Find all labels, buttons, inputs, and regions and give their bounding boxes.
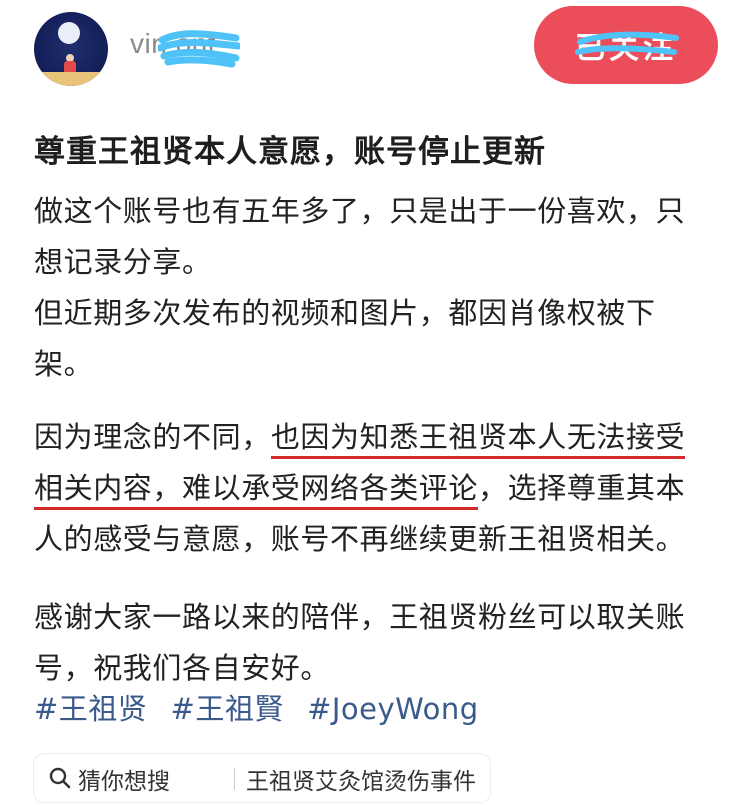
following-button[interactable]: 已关注 bbox=[534, 6, 718, 84]
suggested-query[interactable]: 王祖贤艾灸馆烫伤事件 bbox=[246, 762, 476, 796]
paragraph-line: 相关内容，难以承受网络各类评论，选择尊重其本 bbox=[34, 463, 724, 514]
post-paragraph-2: 因为理念的不同，也因为知悉王祖贤本人无法接受 相关内容，难以承受网络各类评论，选… bbox=[34, 412, 724, 565]
divider bbox=[234, 768, 235, 790]
guess-label: 猜你想搜 bbox=[78, 769, 170, 795]
search-icon bbox=[49, 767, 71, 789]
moon-graphic bbox=[58, 22, 80, 44]
hashtag-link[interactable]: #JoeyWong bbox=[307, 692, 479, 726]
post-paragraph-3: 感谢大家一路以来的陪伴，王祖贤粉丝可以取关账 号，祝我们各自安好。 bbox=[34, 592, 724, 694]
ground-graphic bbox=[34, 72, 108, 86]
hashtag-link[interactable]: #王祖贤 bbox=[34, 692, 147, 726]
search-suggestion[interactable]: 猜你想搜 王祖贤艾灸馆烫伤事件 bbox=[34, 754, 490, 802]
underlined-text: 相关内容，难以承受网络各类评论 bbox=[34, 471, 479, 510]
paragraph-line: 因为理念的不同，也因为知悉王祖贤本人无法接受 bbox=[34, 412, 724, 463]
paragraph-text: 因为理念的不同， bbox=[34, 420, 271, 454]
paragraph-line: 但近期多次发布的视频和图片，都因肖像权被下 bbox=[34, 296, 656, 330]
post-title: 尊重王祖贤本人意愿，账号停止更新 bbox=[34, 134, 546, 170]
hashtag-link[interactable]: #王祖賢 bbox=[171, 692, 284, 726]
paragraph-line: 感谢大家一路以来的陪伴，王祖贤粉丝可以取关账 bbox=[34, 600, 686, 634]
post-paragraph-1: 做这个账号也有五年多了，只是出于一份喜欢，只 想记录分享。 但近期多次发布的视频… bbox=[34, 186, 724, 390]
girl-figure-graphic bbox=[64, 54, 76, 72]
paragraph-line: 人的感受与意愿，账号不再继续更新王祖贤相关。 bbox=[34, 522, 686, 556]
post-header: vin ont 已关注 bbox=[0, 0, 750, 100]
paragraph-line: 做这个账号也有五年多了，只是出于一份喜欢，只 bbox=[34, 194, 686, 228]
paragraph-line: 架。 bbox=[34, 347, 94, 381]
underlined-text: 也因为知悉王祖贤本人无法接受 bbox=[270, 420, 686, 459]
hashtag-list: #王祖贤 #王祖賢 #JoeyWong bbox=[34, 686, 493, 728]
username-redaction-scribble bbox=[158, 30, 240, 68]
paragraph-line: 想记录分享。 bbox=[34, 245, 212, 279]
paragraph-text: ，选择尊重其本 bbox=[478, 471, 686, 505]
avatar[interactable] bbox=[34, 12, 108, 86]
